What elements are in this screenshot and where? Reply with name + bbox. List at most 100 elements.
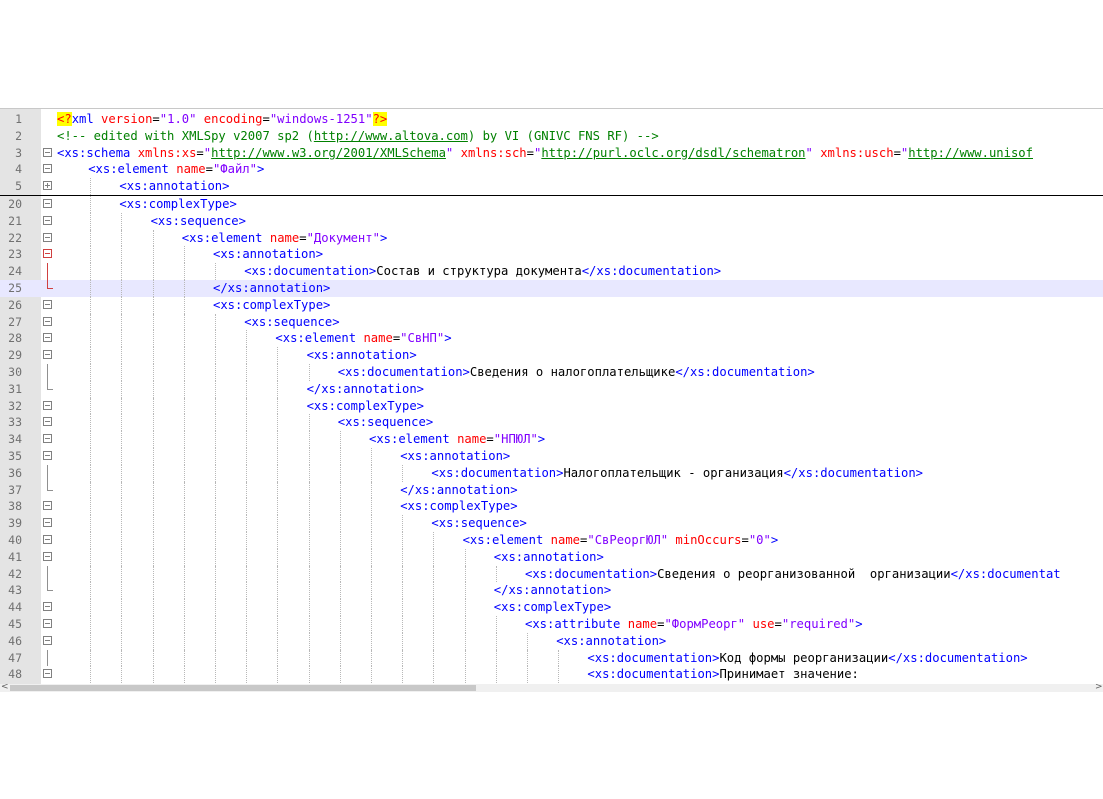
code-line[interactable]: 29 <xs:annotation>: [0, 347, 1103, 364]
code-text: <xs:complexType>: [494, 599, 611, 616]
expand-fold-icon[interactable]: [43, 181, 52, 191]
collapse-fold-icon[interactable]: [43, 232, 52, 242]
collapse-fold-icon[interactable]: [43, 518, 52, 528]
code-line[interactable]: 43 </xs:annotation>: [0, 582, 1103, 600]
collapse-fold-icon[interactable]: [43, 147, 52, 157]
indent-guide: [308, 414, 310, 432]
collapse-fold-icon[interactable]: [43, 215, 52, 225]
indent-guide: [183, 380, 185, 398]
indent-guide: [246, 649, 248, 667]
collapse-fold-icon[interactable]: [43, 249, 52, 259]
code-lines[interactable]: 1 <?xml version="1.0" encoding="windows-1…: [0, 111, 1103, 684]
code-line[interactable]: 3 <xs:schema xmlns:xs="http://www.w3.org/…: [0, 145, 1103, 162]
code-line[interactable]: 26 <xs:complexType>: [0, 296, 1103, 314]
code-line[interactable]: 32 <xs:complexType>: [0, 397, 1103, 415]
line-number: 22: [8, 230, 22, 245]
indent-guide: [339, 464, 341, 482]
collapse-fold-icon[interactable]: [43, 602, 52, 612]
indent-guide: [90, 313, 92, 331]
collapse-fold-icon[interactable]: [43, 450, 52, 460]
indent-guide: [527, 666, 528, 684]
indent-guide: [183, 599, 185, 616]
collapse-fold-icon[interactable]: [43, 669, 52, 679]
indent-guide: [215, 263, 216, 280]
token-attr: name: [363, 331, 393, 346]
code-line[interactable]: 48 <xs:documentation>Принимает значение:: [0, 666, 1103, 684]
code-line[interactable]: 31 </xs:annotation>: [0, 380, 1103, 398]
token-tag: <xs:documentation>: [587, 650, 720, 665]
code-line[interactable]: 22 <xs:element name="Документ">: [0, 229, 1103, 247]
collapse-fold-icon[interactable]: [43, 198, 52, 208]
indent-guide: [90, 615, 92, 633]
collapse-fold-icon[interactable]: [43, 534, 52, 544]
code-line[interactable]: 44 <xs:complexType>: [0, 599, 1103, 616]
code-line[interactable]: 1 <?xml version="1.0" encoding="windows-1…: [0, 111, 1103, 128]
indent-guide: [121, 246, 123, 264]
indent-guide: [246, 582, 248, 600]
code-line[interactable]: 45 <xs:attribute name="ФормРеорг" use="re…: [0, 615, 1103, 633]
code-line[interactable]: 33 <xs:sequence>: [0, 414, 1103, 432]
collapse-fold-icon[interactable]: [43, 551, 52, 561]
code-line[interactable]: 42 <xs:documentation>Сведения о реорганиз…: [0, 565, 1103, 583]
code-line[interactable]: 4 <xs:element name="Файл">: [0, 161, 1103, 178]
code-line[interactable]: 47 <xs:documentation>Код формы реорганиза…: [0, 649, 1103, 667]
collapse-fold-icon[interactable]: [43, 164, 52, 174]
scrollbar-thumb[interactable]: [10, 685, 476, 691]
indent-guide: [215, 565, 216, 583]
collapse-fold-icon[interactable]: [43, 434, 52, 444]
code-line[interactable]: 24 <xs:documentation>Состав и структура д…: [0, 263, 1103, 280]
code-line[interactable]: 30 <xs:documentation>Сведения о налогопла…: [0, 363, 1103, 381]
token-link[interactable]: http://www.w3.org/2001/XMLSchema: [211, 146, 446, 160]
collapse-fold-icon[interactable]: [43, 501, 52, 511]
code-text: <!-- edited with XMLSpy v2007 sp2 (http:…: [57, 128, 659, 145]
token-attr: minOccurs: [675, 532, 742, 547]
scroll-right-icon[interactable]: >: [1095, 682, 1103, 692]
code-line[interactable]: 28 <xs:element name="СвНП">: [0, 330, 1103, 348]
indent-guide: [339, 632, 341, 650]
code-line[interactable]: 36 <xs:documentation>Налогоплательщик - о…: [0, 464, 1103, 482]
collapse-fold-icon[interactable]: [43, 417, 52, 427]
indent-guide: [90, 246, 92, 264]
code-line[interactable]: 37 </xs:annotation>: [0, 481, 1103, 499]
code-line[interactable]: 5 <xs:annotation>: [0, 178, 1103, 196]
collapse-fold-icon[interactable]: [43, 618, 52, 628]
indent-guide: [464, 582, 466, 600]
collapse-fold-icon[interactable]: [43, 350, 52, 360]
code-text: <xs:documentation>Код формы реорганизаци…: [587, 650, 1027, 667]
code-line[interactable]: 46 <xs:annotation>: [0, 632, 1103, 650]
indent-guide: [246, 565, 248, 583]
collapse-fold-icon[interactable]: [43, 316, 52, 326]
indent-guide: [152, 447, 154, 465]
code-text: <xs:element name="СвРеоргЮЛ" minOccurs="…: [463, 532, 779, 549]
code-editor[interactable]: 1 <?xml version="1.0" encoding="windows-1…: [0, 108, 1103, 692]
code-line[interactable]: 40 <xs:element name = "СвРеоргЮЛ" minOccurs…: [0, 531, 1103, 549]
code-line[interactable]: 39 <xs:sequence>: [0, 515, 1103, 532]
code-line[interactable]: 2 <!-- edited with XMLSpy v2007 sp2 (http…: [0, 128, 1103, 145]
token-link[interactable]: http://purl.oclc.org/dsdl/schematron: [541, 146, 805, 160]
collapse-fold-icon[interactable]: [43, 635, 52, 645]
collapse-fold-icon[interactable]: [43, 333, 52, 343]
scroll-left-icon[interactable]: <: [1, 682, 9, 692]
code-line[interactable]: 34 <xs:element name="НПЮЛ">: [0, 431, 1103, 448]
indent-guide: [90, 649, 92, 667]
token-link[interactable]: http://www.unisof: [908, 146, 1033, 160]
code-line[interactable]: 41 <xs:annotation>: [0, 548, 1103, 566]
code-line[interactable]: 21 <xs:sequence>: [0, 212, 1103, 230]
indent-guide: [183, 481, 185, 499]
collapse-fold-icon[interactable]: [43, 400, 52, 410]
collapse-fold-icon[interactable]: [43, 299, 52, 309]
code-line[interactable]: 25 </xs:annotation>: [0, 279, 1103, 297]
line-number: 35: [8, 448, 22, 463]
token-val: "НПЮЛ": [493, 432, 538, 447]
indent-guide: [90, 363, 92, 381]
indent-guide: [277, 397, 279, 415]
code-line[interactable]: 27 <xs:sequence>: [0, 313, 1103, 331]
token-link[interactable]: http://www.altova.com: [314, 129, 468, 143]
code-line[interactable]: 38 <xs:complexType>: [0, 498, 1103, 516]
line-number: 36: [8, 465, 22, 480]
code-line[interactable]: 23 <xs:annotation>: [0, 246, 1103, 264]
code-line[interactable]: 35 <xs:annotation>: [0, 447, 1103, 465]
horizontal-scrollbar[interactable]: < >: [0, 682, 1103, 692]
indent-guide: [433, 599, 435, 616]
code-line[interactable]: 20 <xs:complexType>: [0, 195, 1103, 213]
